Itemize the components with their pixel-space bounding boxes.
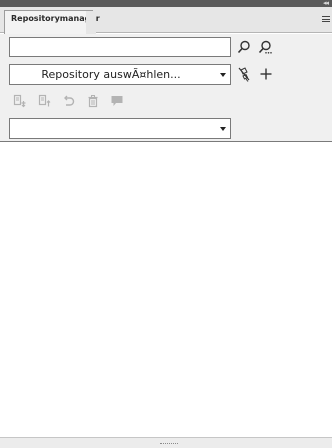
panel-footer bbox=[0, 437, 332, 448]
plus-icon bbox=[260, 68, 272, 80]
checkout-icon[interactable] bbox=[13, 94, 27, 108]
repository-select-label: Repository auswÃ¤hlen... bbox=[41, 68, 181, 81]
repository-content-area[interactable] bbox=[0, 143, 332, 437]
advanced-search-icon[interactable] bbox=[257, 38, 275, 56]
panel-title-strip: ◂◂ bbox=[0, 0, 332, 7]
search-input[interactable] bbox=[9, 37, 231, 57]
trash-icon[interactable] bbox=[86, 94, 100, 108]
collapse-panel-button[interactable]: ◂◂ bbox=[323, 0, 329, 7]
add-icon[interactable] bbox=[257, 65, 275, 83]
tab-repositorymanager[interactable]: Repositorymanager bbox=[4, 10, 100, 35]
disconnect-icon[interactable] bbox=[235, 65, 253, 83]
undo-icon[interactable] bbox=[62, 94, 76, 108]
chevron-down-icon bbox=[220, 127, 226, 131]
magnifier-icon bbox=[237, 40, 250, 54]
filter-select[interactable] bbox=[9, 118, 231, 139]
chevron-down-icon bbox=[220, 73, 226, 77]
checkin-icon[interactable] bbox=[38, 94, 52, 108]
tab-edge bbox=[86, 11, 96, 35]
repository-select[interactable]: Repository auswÃ¤hlen... bbox=[9, 64, 231, 85]
repository-toolbar: Repository auswÃ¤hlen... bbox=[0, 34, 332, 142]
comment-icon[interactable] bbox=[110, 94, 124, 108]
repository-manager-panel: ◂◂ Repositorymanager Repository auswÃ¤hl… bbox=[0, 0, 332, 448]
panel-tab-bar: Repositorymanager bbox=[0, 7, 332, 35]
search-icon[interactable] bbox=[235, 38, 253, 56]
unplug-icon bbox=[238, 67, 250, 82]
resize-grip[interactable] bbox=[160, 443, 178, 445]
magnifier-ellipsis-icon bbox=[258, 40, 272, 54]
panel-menu-icon[interactable] bbox=[322, 16, 330, 22]
